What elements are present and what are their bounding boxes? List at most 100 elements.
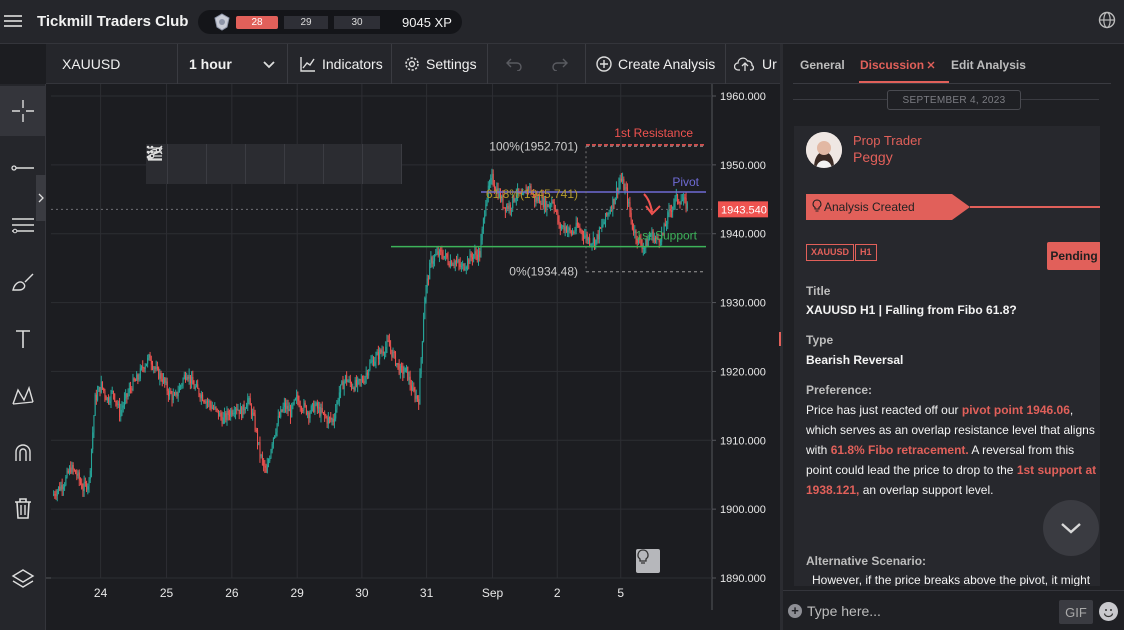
candle-body bbox=[102, 381, 104, 389]
candle-body bbox=[235, 408, 237, 413]
magnet-tool-button[interactable] bbox=[0, 428, 46, 478]
candle-body bbox=[232, 413, 234, 415]
trash-tool-button[interactable] bbox=[0, 483, 46, 533]
candle-body bbox=[609, 209, 611, 213]
gif-button[interactable]: GIF bbox=[1059, 600, 1093, 624]
candle-body bbox=[210, 404, 212, 409]
curve-tool[interactable] bbox=[147, 144, 324, 184]
candle-body bbox=[83, 481, 85, 492]
candle-body bbox=[56, 490, 58, 496]
candle-body bbox=[357, 379, 359, 386]
layers-tool-button[interactable] bbox=[0, 554, 46, 604]
globe-icon[interactable] bbox=[1098, 11, 1116, 29]
candle-body bbox=[161, 379, 163, 383]
candle-body bbox=[113, 391, 115, 394]
text-icon bbox=[16, 330, 30, 348]
message-input[interactable] bbox=[807, 600, 1047, 622]
create-analysis-label: Create Analysis bbox=[618, 56, 716, 72]
candle-body bbox=[174, 394, 176, 396]
candle-body bbox=[89, 470, 91, 479]
avatar[interactable] bbox=[806, 132, 842, 168]
line-tool-button[interactable] bbox=[0, 143, 46, 193]
y-tick-label: 1950.000 bbox=[720, 160, 766, 172]
y-tick-label: 1890.000 bbox=[720, 573, 766, 585]
chevron-down-icon bbox=[263, 61, 275, 69]
candle-body bbox=[283, 402, 285, 408]
candle-body bbox=[97, 391, 99, 401]
pattern-icon bbox=[12, 385, 34, 405]
candle-body bbox=[352, 387, 354, 389]
candle-body bbox=[680, 200, 682, 205]
candle-body bbox=[331, 418, 333, 420]
candle-body bbox=[385, 346, 387, 354]
menu-icon[interactable] bbox=[4, 12, 22, 30]
candle-body bbox=[204, 401, 206, 404]
candle-body bbox=[230, 410, 232, 417]
candle-body bbox=[563, 225, 565, 231]
tab-edit-analysis[interactable]: Edit Analysis bbox=[951, 58, 1026, 72]
price-chart[interactable]: 1st Resistance 100%(1952.701) Pivot 61.8%(1… bbox=[46, 84, 780, 630]
candle-body bbox=[377, 352, 379, 360]
create-analysis-button[interactable]: Create Analysis bbox=[586, 44, 726, 84]
candle-body bbox=[126, 393, 128, 397]
candle-body bbox=[60, 485, 62, 491]
candle-body bbox=[130, 387, 132, 389]
scroll-down-button[interactable] bbox=[1043, 500, 1099, 556]
candle-body bbox=[540, 203, 542, 205]
xp-progress-bar: 28 29 30 9045 XP bbox=[198, 10, 462, 34]
author-role[interactable]: Prop Trader bbox=[853, 133, 922, 148]
parallel-lines-icon bbox=[12, 218, 34, 234]
candle-body bbox=[683, 197, 685, 201]
crosshair-tool-button[interactable] bbox=[0, 86, 46, 136]
candle-body bbox=[363, 381, 365, 383]
app-title: Tickmill Traders Club bbox=[37, 13, 189, 30]
upload-button[interactable]: Ur bbox=[726, 44, 780, 84]
multi-line-tool-button[interactable] bbox=[0, 200, 46, 250]
candle-body bbox=[465, 266, 467, 269]
symbol-selector[interactable]: XAUUSD bbox=[46, 44, 178, 84]
author-name[interactable]: Peggy bbox=[853, 149, 893, 165]
gear-icon bbox=[405, 57, 419, 71]
ray-tool[interactable] bbox=[147, 144, 363, 184]
y-tick-label: 1900.000 bbox=[720, 504, 766, 516]
candle-body bbox=[226, 411, 228, 420]
indicators-button[interactable]: Indicators bbox=[288, 44, 392, 84]
candle-body bbox=[91, 449, 93, 471]
undo-icon[interactable] bbox=[506, 57, 522, 71]
candle-body bbox=[330, 417, 332, 420]
brush-tool-button[interactable] bbox=[0, 257, 46, 307]
candle-body bbox=[503, 207, 505, 209]
candle-body bbox=[269, 457, 271, 462]
current-price-label: 1943.540 bbox=[721, 204, 767, 216]
pattern-tool-button[interactable] bbox=[0, 371, 46, 421]
x-tick-label: 26 bbox=[225, 586, 239, 600]
candle-body bbox=[343, 381, 345, 390]
fib-tool[interactable] bbox=[148, 144, 246, 184]
tab-discussion[interactable]: Discussion bbox=[860, 58, 924, 72]
candle-body bbox=[305, 405, 307, 415]
add-attachment-icon[interactable]: + bbox=[788, 604, 802, 618]
candle-body bbox=[119, 404, 121, 417]
channel-tool[interactable] bbox=[147, 144, 285, 184]
redo-icon[interactable] bbox=[552, 57, 568, 71]
candle-body bbox=[666, 223, 668, 227]
candle-body bbox=[386, 340, 388, 347]
candle-body bbox=[448, 263, 450, 267]
candle-body bbox=[109, 401, 111, 403]
extended-line-tool[interactable] bbox=[147, 144, 402, 184]
tab-general[interactable]: General bbox=[800, 58, 845, 72]
interval-dropdown[interactable]: 1 hour bbox=[178, 44, 288, 84]
candle-body bbox=[456, 261, 458, 263]
settings-button[interactable]: Settings bbox=[392, 44, 488, 84]
trendline-tool[interactable] bbox=[148, 144, 207, 184]
candle-body bbox=[509, 204, 511, 211]
candle-body bbox=[114, 393, 116, 401]
lightbulb-icon[interactable] bbox=[636, 549, 660, 573]
candle-body bbox=[75, 470, 77, 474]
candle-body bbox=[242, 404, 244, 419]
candle-body bbox=[642, 247, 644, 249]
candle-body bbox=[81, 483, 83, 489]
text-tool-button[interactable] bbox=[0, 314, 46, 364]
emoji-icon[interactable] bbox=[1099, 602, 1118, 621]
close-tab-icon[interactable] bbox=[927, 61, 935, 69]
